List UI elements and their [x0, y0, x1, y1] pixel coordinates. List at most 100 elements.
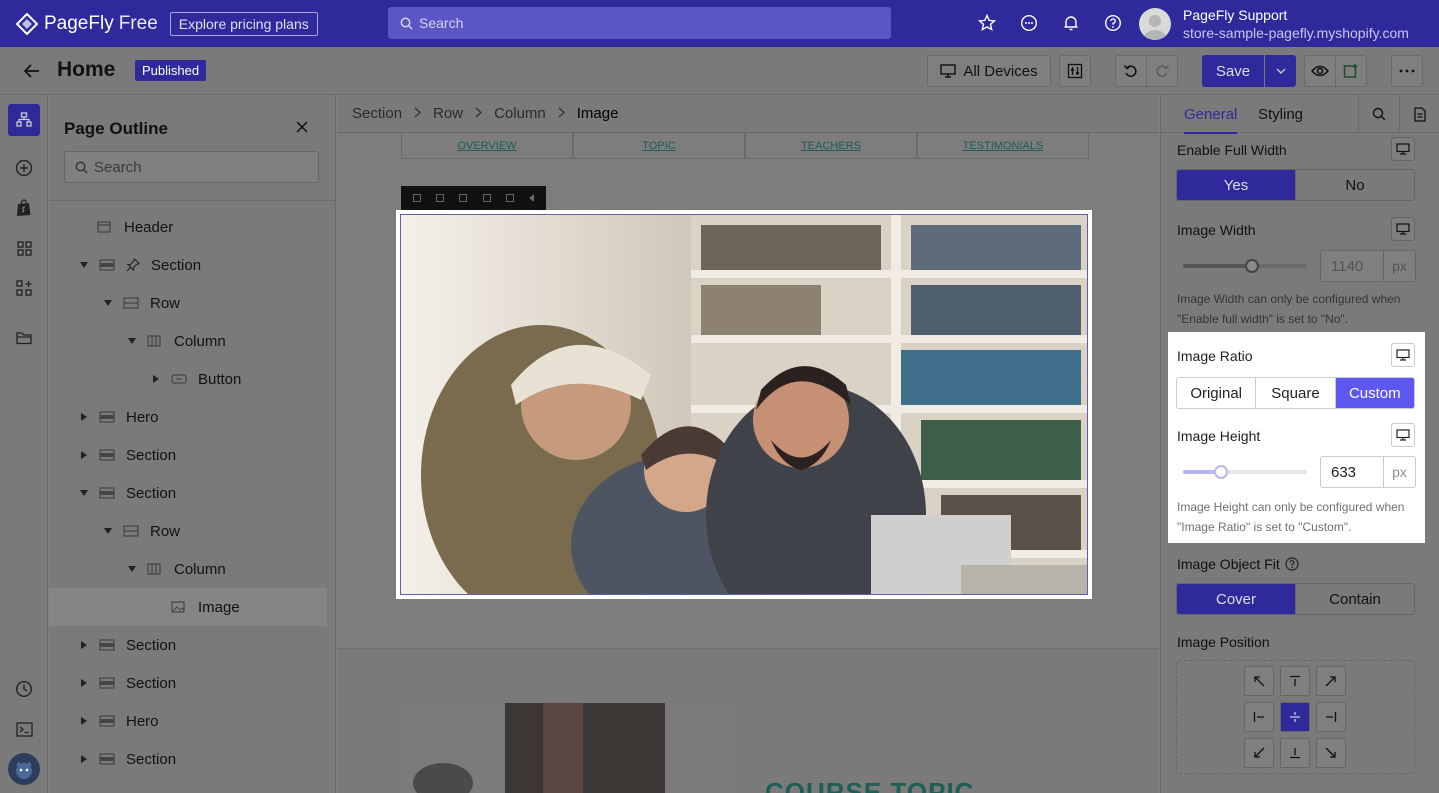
settings-sliders-button[interactable] — [1059, 55, 1091, 87]
pagefly-logo[interactable]: PageFly Free — [16, 12, 158, 35]
object-fit-cover[interactable]: Cover — [1177, 584, 1296, 614]
outline-item-hero[interactable]: Hero — [49, 702, 327, 740]
image-width-input[interactable]: 1140 px — [1320, 250, 1416, 282]
desktop-icon[interactable] — [1391, 423, 1415, 447]
outline-item-row[interactable]: Row — [49, 284, 327, 322]
caret-down-icon[interactable] — [127, 338, 137, 344]
publish-button[interactable] — [1335, 55, 1367, 87]
object-fit-contain[interactable]: Contain — [1296, 584, 1414, 614]
selected-image-element[interactable] — [396, 210, 1092, 599]
explore-pricing-button[interactable]: Explore pricing plans — [169, 11, 318, 36]
outline-item-section[interactable]: Section — [49, 740, 327, 778]
add-element-icon[interactable] — [12, 156, 36, 180]
image-height-input[interactable]: 633 px — [1320, 456, 1416, 488]
help-icon[interactable] — [1102, 12, 1124, 34]
position-top-center[interactable] — [1280, 666, 1310, 696]
caret-right-icon[interactable] — [151, 375, 161, 383]
caret-down-icon[interactable] — [79, 262, 89, 268]
caret-down-icon[interactable] — [103, 528, 113, 534]
breadcrumb-row[interactable]: Row — [433, 105, 463, 122]
device-selector-button[interactable]: All Devices — [927, 55, 1051, 87]
caret-right-icon[interactable] — [79, 717, 89, 725]
position-center-right[interactable] — [1316, 702, 1346, 732]
outline-item-column[interactable]: Column — [49, 550, 327, 588]
outline-item-header[interactable]: Header — [49, 208, 327, 246]
folder-icon[interactable] — [12, 326, 36, 350]
chat-icon[interactable] — [1018, 12, 1040, 34]
caret-down-icon[interactable] — [103, 300, 113, 306]
full-width-yes[interactable]: Yes — [1177, 170, 1296, 200]
desktop-icon[interactable] — [1391, 217, 1415, 241]
position-center[interactable] — [1280, 702, 1310, 732]
delete-icon[interactable] — [459, 194, 468, 202]
user-menu[interactable]: PageFly Support store-sample-pagefly.mys… — [1139, 6, 1409, 42]
code-terminal-icon[interactable] — [12, 717, 36, 741]
sections-grid-icon[interactable] — [12, 236, 36, 260]
preview-button[interactable] — [1304, 55, 1336, 87]
outline-item-section[interactable]: Section — [49, 664, 327, 702]
duplicate-icon[interactable] — [435, 194, 444, 202]
breadcrumb-column[interactable]: Column — [494, 105, 546, 122]
nav-link-teachers[interactable]: TEACHERS — [745, 133, 917, 159]
image-height-slider[interactable] — [1183, 465, 1307, 479]
mascot-avatar-icon[interactable] — [8, 753, 40, 785]
redo-button[interactable] — [1146, 55, 1178, 87]
global-search-input[interactable]: Search — [388, 7, 891, 39]
caret-down-icon[interactable] — [127, 566, 137, 572]
more-options-button[interactable] — [1391, 55, 1423, 87]
nav-link-topic[interactable]: TOPIC — [573, 133, 745, 159]
bell-icon[interactable] — [1060, 12, 1082, 34]
close-icon[interactable] — [295, 120, 309, 139]
outline-item-section[interactable]: Section — [49, 246, 327, 284]
copy-icon[interactable] — [482, 194, 491, 202]
star-icon[interactable] — [976, 12, 998, 34]
position-top-right[interactable] — [1316, 666, 1346, 696]
outline-item-column[interactable]: Column — [49, 322, 327, 360]
outline-item-section[interactable]: Section — [49, 474, 327, 512]
position-bottom-left[interactable] — [1244, 738, 1274, 768]
outline-search-input[interactable]: Search — [64, 151, 319, 183]
undo-button[interactable] — [1115, 55, 1147, 87]
image-height-slider-handle[interactable] — [1214, 465, 1229, 479]
desktop-icon[interactable] — [1391, 343, 1415, 367]
outline-item-row[interactable]: Row — [49, 512, 327, 550]
save-button[interactable]: Save — [1202, 55, 1264, 87]
caret-right-icon[interactable] — [79, 755, 89, 763]
caret-down-icon[interactable] — [79, 490, 89, 496]
caret-right-icon[interactable] — [79, 641, 89, 649]
desktop-icon[interactable] — [1391, 137, 1415, 161]
caret-right-icon[interactable] — [79, 679, 89, 687]
image-width-slider-handle[interactable] — [1245, 259, 1260, 273]
move-icon[interactable] — [412, 194, 421, 202]
help-icon[interactable] — [1285, 557, 1299, 571]
shopify-icon[interactable] — [12, 196, 36, 220]
search-icon[interactable] — [1358, 95, 1398, 133]
document-icon[interactable] — [1399, 95, 1439, 133]
save-options-dropdown[interactable] — [1265, 55, 1296, 87]
history-icon[interactable] — [12, 677, 36, 701]
caret-right-icon[interactable] — [79, 413, 89, 421]
position-center-left[interactable] — [1244, 702, 1274, 732]
breadcrumb-section[interactable]: Section — [352, 105, 402, 122]
outline-tool-icon[interactable] — [8, 104, 40, 136]
outline-item-section[interactable]: Section — [49, 436, 327, 474]
collapse-icon[interactable] — [529, 194, 535, 202]
back-arrow-icon[interactable] — [22, 61, 42, 86]
outline-item-button[interactable]: Button — [49, 360, 327, 398]
image-width-slider[interactable] — [1183, 259, 1307, 273]
apps-icon[interactable] — [12, 276, 36, 300]
style-brush-icon[interactable] — [505, 194, 514, 202]
position-bottom-center[interactable] — [1280, 738, 1310, 768]
tab-styling[interactable]: Styling — [1258, 106, 1303, 123]
outline-item-image[interactable]: Image — [49, 588, 327, 626]
nav-link-testimonials[interactable]: TESTIMONIALS — [917, 133, 1089, 159]
position-bottom-right[interactable] — [1316, 738, 1346, 768]
tab-general[interactable]: General — [1184, 106, 1238, 134]
caret-right-icon[interactable] — [79, 451, 89, 459]
ratio-original[interactable]: Original — [1177, 378, 1257, 408]
ratio-custom[interactable]: Custom — [1335, 378, 1414, 408]
full-width-no[interactable]: No — [1296, 170, 1414, 200]
outline-item-hero[interactable]: Hero — [49, 398, 327, 436]
position-top-left[interactable] — [1244, 666, 1274, 696]
nav-link-overview[interactable]: OVERVIEW — [401, 133, 573, 159]
